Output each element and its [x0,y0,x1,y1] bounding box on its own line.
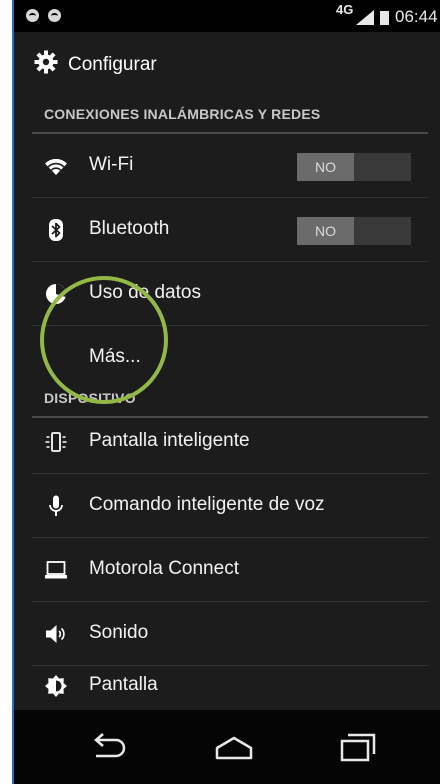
settings-item-label: Wi-Fi [89,154,134,175]
highlight-circle [40,276,168,404]
toggle-state: NO [297,217,354,245]
navigation-bar [14,710,440,784]
smart-display-icon [45,432,67,452]
bluetooth-toggle[interactable]: NO [297,217,411,245]
motorola-notification-icon [48,9,61,22]
recents-icon[interactable] [332,730,380,764]
wifi-toggle[interactable]: NO [297,153,411,181]
brightness-icon [45,675,67,697]
settings-item-voice-command[interactable]: Comando inteligente de voz [14,474,440,538]
settings-item-bluetooth[interactable]: Bluetooth NO [14,198,440,262]
section-title: CONEXIONES INALÁMBRICAS Y REDES [44,106,321,122]
network-type: 4G [336,2,354,17]
gear-icon[interactable] [34,50,58,74]
motorola-notification-icon [26,9,39,22]
settings-item-label: Bluetooth [89,218,170,239]
settings-item-label: Motorola Connect [89,558,239,579]
bluetooth-icon [49,219,63,241]
laptop-icon [45,561,67,579]
toggle-state: NO [297,153,354,181]
screenshot-frame: 4G 06:44 Configurar CONEXIONES INALÁMBRI… [0,0,440,784]
microphone-icon [49,495,63,516]
phone-screen: 4G 06:44 Configurar CONEXIONES INALÁMBRI… [14,0,440,784]
settings-item-label: Pantalla [89,674,158,695]
settings-item-display[interactable]: Pantalla [14,654,440,718]
home-icon[interactable] [210,730,258,764]
settings-item-label: Pantalla inteligente [89,430,250,451]
settings-item-label: Comando inteligente de voz [89,494,325,515]
settings-item-motorola-connect[interactable]: Motorola Connect [14,538,440,602]
settings-item-wifi[interactable]: Wi-Fi NO [14,134,440,198]
battery-icon [380,11,389,25]
settings-item-label: Sonido [89,622,149,643]
status-bar: 4G 06:44 [14,0,440,32]
back-icon[interactable] [86,730,134,764]
status-time: 06:44 [395,7,438,26]
section-header-wireless: CONEXIONES INALÁMBRICAS Y REDES [14,100,440,134]
signal-icon [356,10,374,25]
speaker-icon [46,625,65,643]
page-title: Configurar [68,54,157,75]
settings-item-smart-display[interactable]: Pantalla inteligente [14,410,440,474]
action-bar: Configurar [14,32,440,100]
wifi-icon [45,158,67,175]
